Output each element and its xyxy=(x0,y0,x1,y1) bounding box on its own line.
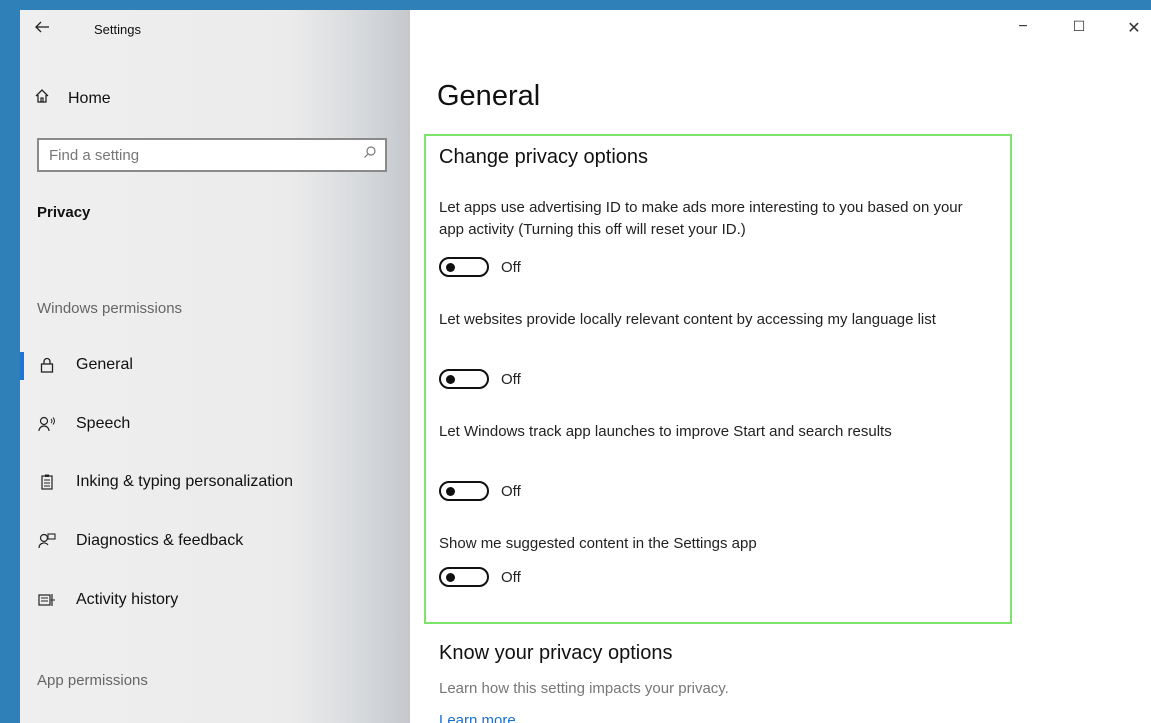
home-nav-item[interactable]: Home xyxy=(34,88,111,109)
learn-more-link[interactable]: Learn more xyxy=(439,712,516,723)
sidebar-item-inking[interactable]: Inking & typing personalization xyxy=(20,473,293,491)
sidebar-item-speech[interactable]: Speech xyxy=(20,415,130,433)
change-privacy-heading: Change privacy options xyxy=(439,146,649,168)
toggle-track-launches[interactable]: Off xyxy=(439,481,521,501)
window-title: Settings xyxy=(94,22,141,37)
sidebar-item-general[interactable]: General xyxy=(20,352,133,380)
sidebar-item-diagnostics[interactable]: Diagnostics & feedback xyxy=(20,532,243,550)
option-advertising-id-text: Let apps use advertising ID to make ads … xyxy=(439,199,963,238)
sidebar-item-label: Activity history xyxy=(76,591,179,608)
option-track-launches-text: Let Windows track app launches to improv… xyxy=(439,423,892,440)
toggle-knob xyxy=(446,487,455,496)
back-arrow-icon[interactable] xyxy=(34,20,50,39)
toggle-knob xyxy=(446,375,455,384)
activity-history-icon xyxy=(36,592,58,608)
category-heading: Privacy xyxy=(37,204,91,221)
toggle-switch[interactable] xyxy=(439,257,489,277)
toggle-state: Off xyxy=(501,482,521,500)
selection-indicator xyxy=(20,352,24,380)
toggle-switch[interactable] xyxy=(439,369,489,389)
option-language-list-text: Let websites provide locally relevant co… xyxy=(439,311,936,328)
know-privacy-heading: Know your privacy options xyxy=(439,642,673,664)
toggle-language-list[interactable]: Off xyxy=(439,369,521,389)
toggle-switch[interactable] xyxy=(439,567,489,587)
settings-window: Home Find a setting Privacy Windows perm… xyxy=(20,10,1151,723)
toggle-state: Off xyxy=(501,258,521,276)
speech-icon xyxy=(36,416,58,432)
search-placeholder: Find a setting xyxy=(49,147,140,164)
feedback-icon xyxy=(36,533,58,549)
sidebar-item-label: Speech xyxy=(76,415,131,432)
sidebar-item-label: General xyxy=(76,356,133,373)
app-permissions-label: App permissions xyxy=(37,672,148,689)
main-content: General Change privacy options Let apps … xyxy=(410,10,1151,723)
find-setting-search[interactable]: Find a setting xyxy=(37,138,387,172)
toggle-knob xyxy=(446,573,455,582)
toggle-suggested-content[interactable]: Off xyxy=(439,567,521,587)
windows-permissions-label: Windows permissions xyxy=(37,300,183,317)
lock-icon xyxy=(36,357,58,373)
know-privacy-subtext: Learn how this setting impacts your priv… xyxy=(439,680,729,697)
sidebar-item-label: Inking & typing personalization xyxy=(76,473,294,490)
inking-icon xyxy=(36,474,58,490)
home-icon xyxy=(34,88,50,109)
option-suggested-content-text: Show me suggested content in the Setting… xyxy=(439,535,757,552)
toggle-switch[interactable] xyxy=(439,481,489,501)
sidebar-item-activity-history[interactable]: Activity history xyxy=(20,591,178,609)
sidebar: Home Find a setting Privacy Windows perm… xyxy=(20,10,410,723)
toggle-state: Off xyxy=(501,568,521,586)
toggle-knob xyxy=(446,263,455,272)
sidebar-item-label: Diagnostics & feedback xyxy=(76,532,244,549)
home-label: Home xyxy=(68,89,111,107)
toggle-advertising-id[interactable]: Off xyxy=(439,257,521,277)
toggle-state: Off xyxy=(501,370,521,388)
search-icon[interactable] xyxy=(363,145,377,159)
page-title: General xyxy=(437,80,541,112)
